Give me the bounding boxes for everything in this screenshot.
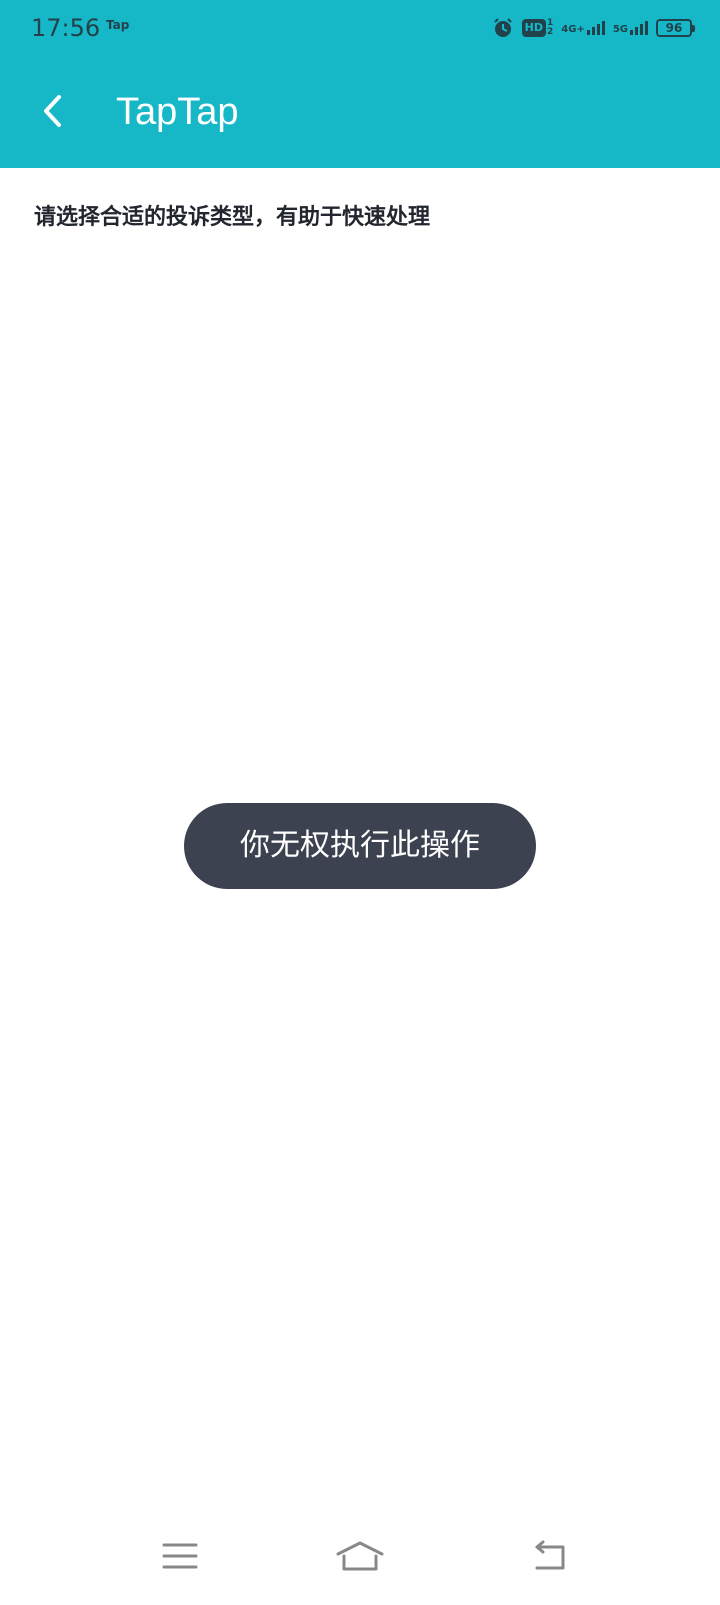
home-icon [334, 1539, 386, 1577]
complaint-instruction: 请选择合适的投诉类型，有助于快速处理 [34, 205, 431, 230]
signal-bars-icon [586, 21, 605, 35]
nav-back-button[interactable] [513, 1526, 585, 1590]
page-title: TapTap [116, 91, 239, 133]
system-nav-bar [0, 1510, 720, 1605]
network-5g-signal: 5G [613, 21, 648, 35]
app-bar: TapTap [0, 58, 720, 168]
alarm-icon [492, 17, 514, 39]
battery-level: 96 [665, 21, 683, 35]
status-icons: HD 12 4G+ 5G 96 [492, 14, 695, 42]
status-app-label: Tap [106, 18, 130, 32]
permission-toast: 你无权执行此操作 [184, 803, 536, 889]
back-arrow-icon [527, 1539, 571, 1577]
battery-indicator: 96 [656, 19, 695, 37]
back-button[interactable] [28, 83, 78, 143]
hd-badge: HD 12 [521, 19, 553, 37]
status-bar: 17:56 Tap HD 12 4G+ 5G 96 [0, 0, 720, 58]
menu-icon [162, 1542, 198, 1574]
signal-bars-icon [630, 21, 648, 35]
network-4g-signal: 4G+ [561, 21, 605, 35]
nav-menu-button[interactable] [144, 1526, 216, 1590]
chevron-left-icon [38, 93, 68, 133]
nav-home-button[interactable] [324, 1526, 396, 1590]
status-time: 17:56 [31, 14, 101, 42]
